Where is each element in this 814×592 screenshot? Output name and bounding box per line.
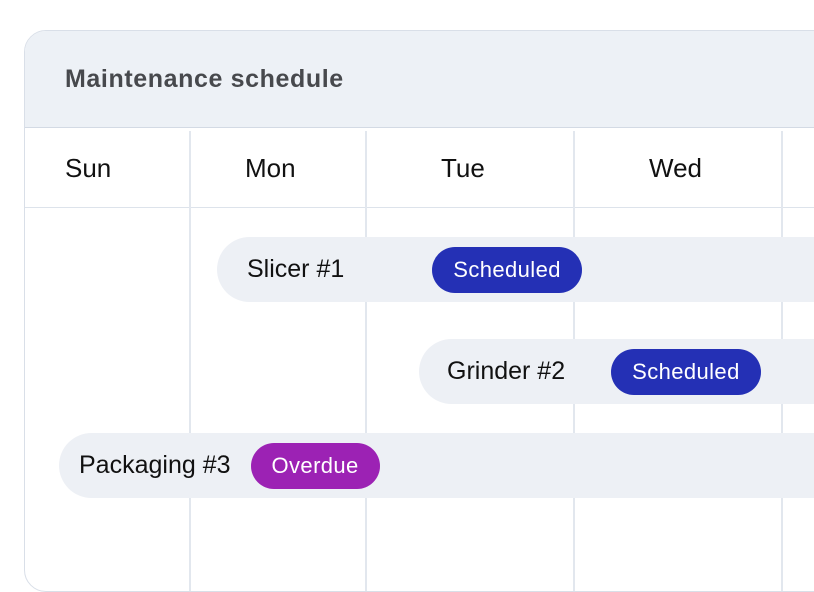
event-grinder-2[interactable]: Grinder #2 Scheduled [419,339,814,404]
column-divider [365,131,367,591]
status-badge-scheduled: Scheduled [432,246,582,293]
day-header-sun: Sun [65,153,112,183]
event-slicer-1[interactable]: Slicer #1 Scheduled [217,237,814,302]
column-divider [189,131,191,591]
day-header-mon: Mon [245,153,296,183]
day-header-row: Sun Mon Tue Wed [25,129,814,208]
card-title: Maintenance schedule [65,65,344,93]
event-name: Packaging #3 [79,451,231,479]
card-header: Maintenance schedule [25,31,814,128]
event-packaging-3[interactable]: Packaging #3 Overdue [59,433,814,498]
event-name: Slicer #1 [247,255,345,283]
maintenance-schedule-card: Maintenance schedule Sun Mon Tue Wed Sli… [24,30,814,592]
status-badge-scheduled: Scheduled [611,348,761,395]
event-name: Grinder #2 [447,357,566,385]
day-header-wed: Wed [649,153,702,183]
day-header-tue: Tue [441,153,485,183]
status-badge-overdue: Overdue [250,442,380,489]
